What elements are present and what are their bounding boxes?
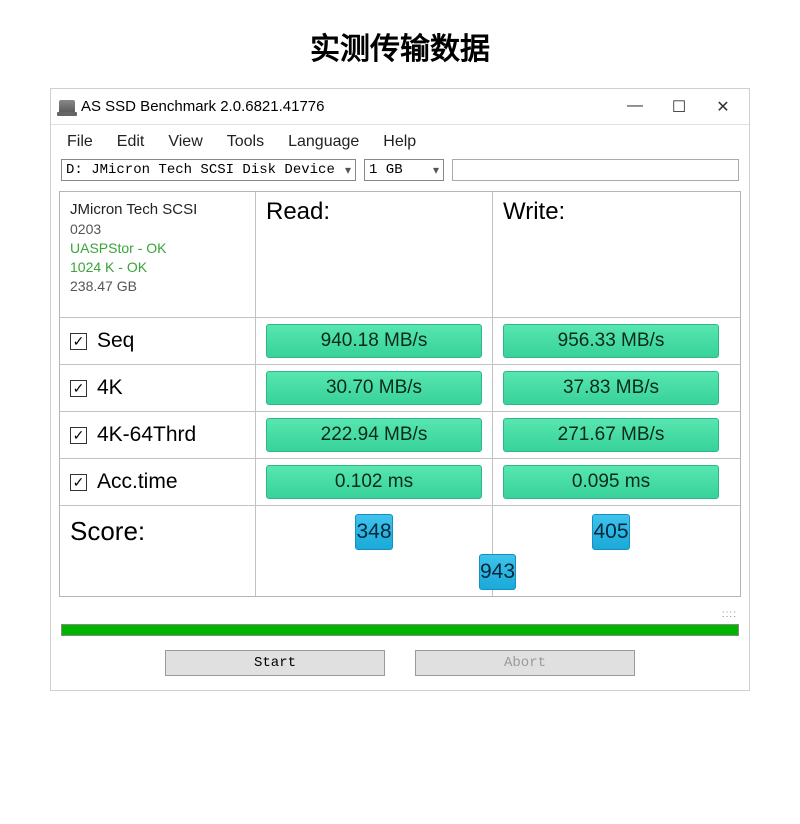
titlebar: AS SSD Benchmark 2.0.6821.41776 — ☐ ✕ (51, 89, 749, 125)
page-heading: 实测传输数据 (0, 24, 800, 68)
menu-edit[interactable]: Edit (107, 131, 155, 153)
minimize-button[interactable]: — (623, 97, 647, 117)
device-select[interactable]: D: JMicron Tech SCSI Disk Device ▾ (61, 159, 356, 181)
start-button[interactable]: Start (165, 650, 385, 676)
acc-checkbox[interactable]: ✓ (70, 474, 87, 491)
4k-read-value: 30.70 MB/s (266, 371, 482, 405)
score-label: Score: (60, 506, 255, 596)
progress-bar (61, 624, 739, 636)
resize-grip-icon[interactable]: :::: (61, 609, 739, 620)
device-capacity: 238.47 GB (70, 277, 245, 296)
seq-checkbox[interactable]: ✓ (70, 333, 87, 350)
window-title: AS SSD Benchmark 2.0.6821.41776 (81, 98, 623, 115)
spare-field (452, 159, 739, 181)
4k64-label: 4K-64Thrd (97, 423, 196, 447)
4k-label: 4K (97, 376, 123, 400)
score-total: 943 (479, 554, 516, 590)
menu-tools[interactable]: Tools (217, 131, 274, 153)
row-4k64-label: ✓ 4K-64Thrd (60, 412, 255, 458)
menu-view[interactable]: View (158, 131, 212, 153)
app-window: AS SSD Benchmark 2.0.6821.41776 — ☐ ✕ Fi… (50, 88, 750, 691)
row-seq-label: ✓ Seq (60, 318, 255, 364)
uasp-status: UASPStor - OK (70, 239, 245, 258)
menu-file[interactable]: File (57, 131, 103, 153)
4k64-checkbox[interactable]: ✓ (70, 427, 87, 444)
4k64-write-value: 271.67 MB/s (503, 418, 719, 452)
score-write: 405 (592, 514, 629, 550)
4k64-read-value: 222.94 MB/s (266, 418, 482, 452)
acc-write-value: 0.095 ms (503, 465, 719, 499)
score-read: 348 (355, 514, 392, 550)
maximize-button[interactable]: ☐ (667, 97, 691, 117)
seq-label: Seq (97, 329, 134, 353)
block-status: 1024 K - OK (70, 258, 245, 277)
4k-checkbox[interactable]: ✓ (70, 380, 87, 397)
4k-write-value: 37.83 MB/s (503, 371, 719, 405)
seq-read-value: 940.18 MB/s (266, 324, 482, 358)
row-acc-label: ✓ Acc.time (60, 459, 255, 505)
acc-read-value: 0.102 ms (266, 465, 482, 499)
size-select-value: 1 GB (369, 162, 403, 178)
device-select-value: D: JMicron Tech SCSI Disk Device (66, 162, 335, 178)
chevron-down-icon: ▾ (345, 163, 351, 178)
close-button[interactable]: ✕ (711, 97, 735, 117)
acc-label: Acc.time (97, 470, 178, 494)
chevron-down-icon: ▾ (433, 163, 439, 178)
device-info-panel: JMicron Tech SCSI 0203 UASPStor - OK 102… (60, 192, 255, 317)
abort-button: Abort (415, 650, 635, 676)
menubar: File Edit View Tools Language Help (51, 125, 749, 155)
device-code: 0203 (70, 220, 245, 239)
seq-write-value: 956.33 MB/s (503, 324, 719, 358)
menu-language[interactable]: Language (278, 131, 369, 153)
results-grid: JMicron Tech SCSI 0203 UASPStor - OK 102… (59, 191, 741, 597)
app-icon (59, 100, 75, 114)
read-header: Read: (255, 192, 492, 317)
menu-help[interactable]: Help (373, 131, 426, 153)
size-select[interactable]: 1 GB ▾ (364, 159, 444, 181)
write-header: Write: (492, 192, 729, 317)
row-4k-label: ✓ 4K (60, 365, 255, 411)
device-name: JMicron Tech SCSI (70, 200, 245, 220)
